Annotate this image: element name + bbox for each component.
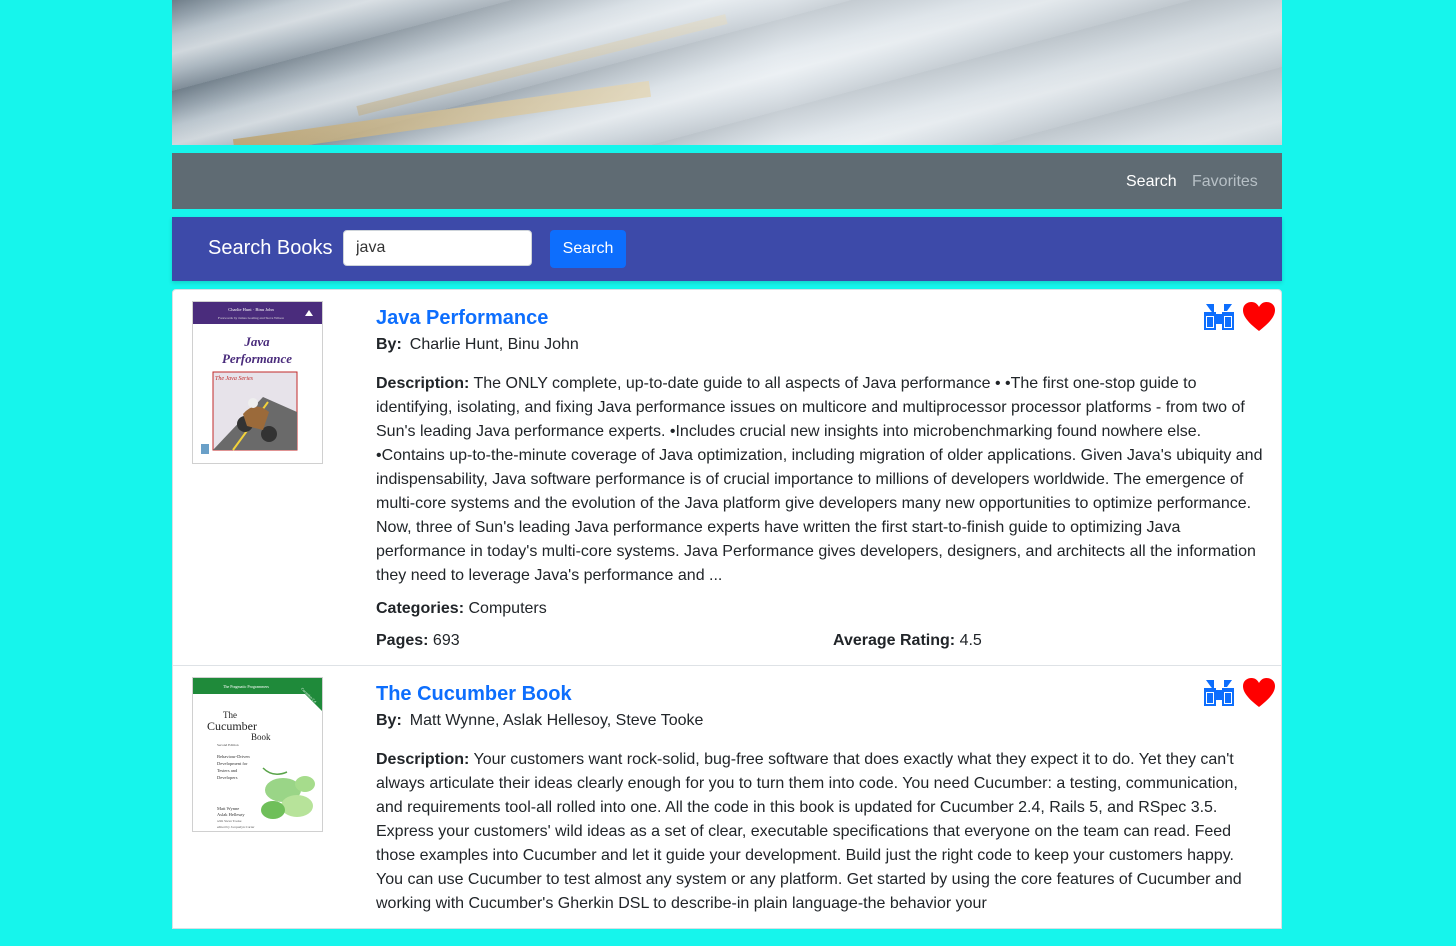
book-description: Description: Your customers want rock-so… xyxy=(376,748,1256,916)
average-rating-label: Average Rating: xyxy=(833,632,956,649)
nav-link-search[interactable]: Search xyxy=(1126,172,1177,192)
svg-text:Aslak Hellesøy: Aslak Hellesøy xyxy=(217,812,245,817)
description-text: Your customers want rock-solid, bug-free… xyxy=(376,751,1242,912)
pages-value: 693 xyxy=(432,632,460,649)
book-cover-image[interactable]: The Pragmatic Programmers Cucumber 2.4 T… xyxy=(193,678,322,831)
search-button[interactable]: Search xyxy=(550,230,626,268)
svg-text:Testers and: Testers and xyxy=(217,768,238,773)
book-card: The Pragmatic Programmers Cucumber 2.4 T… xyxy=(173,665,1281,946)
description-label: Description: xyxy=(376,751,470,768)
authors-text: Charlie Hunt, Binu John xyxy=(409,336,579,353)
book-authors: By: Matt Wynne, Aslak Hellesoy, Steve Too… xyxy=(376,711,703,731)
svg-text:Forewords by James Gosling and: Forewords by James Gosling and Steve Wil… xyxy=(218,316,284,320)
average-rating-value: 4.5 xyxy=(959,632,982,649)
book-title-link[interactable]: Java Performance xyxy=(376,306,548,330)
svg-text:with Steve Tooke: with Steve Tooke xyxy=(217,819,242,823)
svg-text:Matt Wynne: Matt Wynne xyxy=(217,806,239,811)
pages-label: Pages: xyxy=(376,632,429,649)
description-label: Description: xyxy=(376,375,470,392)
svg-text:Development for: Development for xyxy=(217,761,248,766)
svg-text:Cucumber: Cucumber xyxy=(207,719,257,733)
book-description: Description: The ONLY complete, up-to-da… xyxy=(376,372,1266,588)
book-title-link[interactable]: The Cucumber Book xyxy=(376,682,572,706)
top-navbar: Search Favorites xyxy=(172,153,1282,209)
svg-text:Java: Java xyxy=(243,334,270,349)
by-label: By: xyxy=(376,336,402,353)
book-card: Charlie Hunt · Binu John Forewords by Ja… xyxy=(173,290,1281,665)
binoculars-icon[interactable] xyxy=(1202,302,1236,332)
svg-text:Behaviour-Driven: Behaviour-Driven xyxy=(217,754,250,759)
svg-text:Performance: Performance xyxy=(222,351,292,366)
svg-text:The Pragmatic Programmers: The Pragmatic Programmers xyxy=(223,684,269,689)
svg-text:edited by Jacquelyn Carter: edited by Jacquelyn Carter xyxy=(217,825,255,829)
results-list: Charlie Hunt · Binu John Forewords by Ja… xyxy=(172,289,1282,929)
book-categories: Categories: Computers xyxy=(376,599,547,619)
svg-text:Developers: Developers xyxy=(217,775,238,780)
book-cover-image[interactable]: Charlie Hunt · Binu John Forewords by Ja… xyxy=(193,302,322,463)
hero-banner-image xyxy=(172,0,1282,145)
favorite-heart-icon[interactable] xyxy=(1242,677,1276,709)
binoculars-icon[interactable] xyxy=(1202,678,1236,708)
description-text: The ONLY complete, up-to-date guide to a… xyxy=(376,375,1263,584)
search-books-heading: Search Books xyxy=(208,237,333,259)
book-average-rating: Average Rating: 4.5 xyxy=(833,631,982,651)
book-pages: Pages: 693 xyxy=(376,631,460,651)
categories-text: Computers xyxy=(468,600,547,617)
search-input[interactable] xyxy=(343,230,532,266)
categories-label: Categories: xyxy=(376,600,465,617)
nav-link-favorites[interactable]: Favorites xyxy=(1192,172,1258,192)
favorite-heart-icon[interactable] xyxy=(1242,301,1276,333)
authors-text: Matt Wynne, Aslak Hellesoy, Steve Tooke xyxy=(409,712,704,729)
search-bar: Search Books Search xyxy=(172,217,1282,281)
by-label: By: xyxy=(376,712,402,729)
svg-text:Book: Book xyxy=(251,732,271,742)
svg-text:Charlie Hunt · Binu John: Charlie Hunt · Binu John xyxy=(228,307,274,312)
book-authors: By: Charlie Hunt, Binu John xyxy=(376,335,579,355)
svg-text:The Java Series: The Java Series xyxy=(215,376,254,382)
svg-text:Second Edition: Second Edition xyxy=(217,743,239,747)
